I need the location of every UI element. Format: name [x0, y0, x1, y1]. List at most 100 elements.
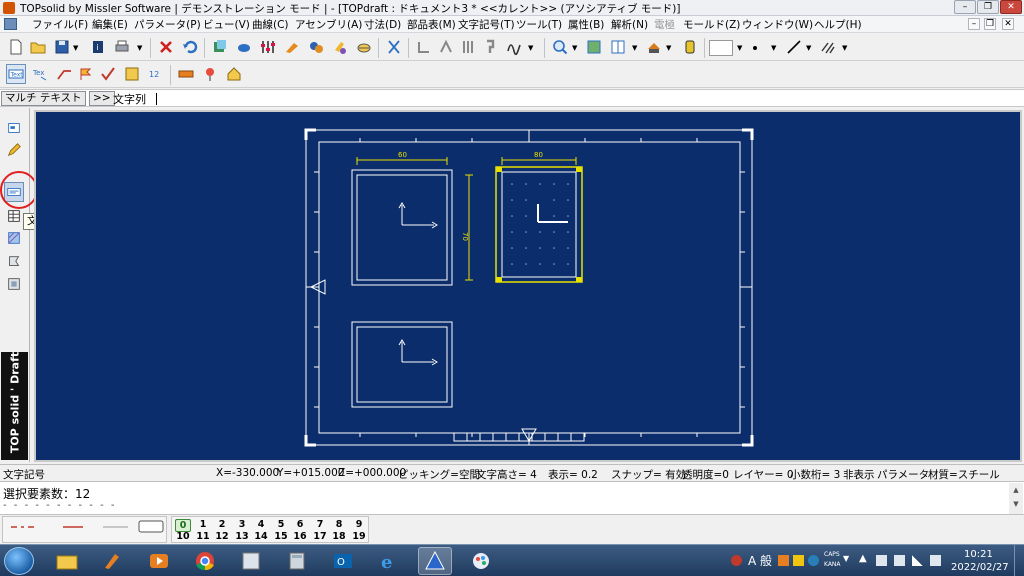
- table-tool-icon[interactable]: [4, 206, 24, 226]
- dimension-tool-icon[interactable]: [414, 37, 434, 57]
- internet-explorer-taskbar-icon[interactable]: e: [372, 547, 406, 575]
- battery-icon[interactable]: [930, 555, 941, 566]
- hatch-tool-icon[interactable]: [4, 228, 24, 248]
- zoom-icon[interactable]: [550, 37, 570, 57]
- volume-muted-icon[interactable]: [894, 555, 905, 566]
- document-icon[interactable]: [4, 18, 17, 30]
- doc-minimize-button[interactable]: –: [968, 18, 980, 30]
- status-snap[interactable]: スナップ= 有効: [611, 467, 686, 482]
- pencil-tool-icon[interactable]: [4, 140, 24, 160]
- menu-file[interactable]: ファイル(F): [32, 17, 88, 32]
- point-style-icon[interactable]: [753, 46, 757, 50]
- menu-bom[interactable]: 部品表(M): [407, 17, 456, 32]
- layer-2[interactable]: 2: [214, 519, 230, 530]
- doc-close-button[interactable]: ✕: [1002, 18, 1014, 30]
- house-symbol-icon[interactable]: [224, 64, 244, 84]
- notes-taskbar-icon[interactable]: [234, 547, 268, 575]
- print-dropdown-icon[interactable]: ▼: [137, 44, 142, 52]
- help-icon[interactable]: [808, 555, 819, 566]
- zoom-dropdown-icon[interactable]: ▼: [572, 44, 577, 52]
- doc-restore-button[interactable]: ❐: [984, 18, 996, 30]
- color-swatch[interactable]: [709, 40, 733, 56]
- menu-assembly[interactable]: アセンブリ(A): [295, 17, 362, 32]
- new-file-icon[interactable]: [6, 37, 26, 57]
- layer-12[interactable]: 12: [214, 531, 230, 542]
- layer-11[interactable]: 11: [195, 531, 211, 542]
- number-tag-icon[interactable]: 12: [146, 64, 166, 84]
- save-icon[interactable]: [52, 37, 72, 57]
- menu-tools[interactable]: ツール(T): [516, 17, 562, 32]
- split-view-icon[interactable]: [608, 37, 628, 57]
- layer-19[interactable]: 19: [351, 531, 367, 542]
- layer-9[interactable]: 9: [351, 519, 367, 530]
- paint-tool-icon[interactable]: [330, 37, 350, 57]
- topsolid-taskbar-icon[interactable]: [418, 547, 452, 575]
- flag-tool-icon[interactable]: [4, 252, 24, 272]
- status-transparency[interactable]: 透明度=0: [682, 467, 729, 482]
- ime-indicator[interactable]: A 般: [748, 552, 772, 569]
- menu-help[interactable]: ヘルプ(H): [814, 17, 862, 32]
- minimize-button[interactable]: –: [954, 0, 976, 14]
- layer-15[interactable]: 15: [273, 531, 289, 542]
- ruler-icon[interactable]: [176, 64, 196, 84]
- flag-note-icon[interactable]: [76, 64, 96, 84]
- balloon-icon[interactable]: [200, 64, 220, 84]
- layer-5[interactable]: 5: [273, 519, 289, 530]
- explorer-taskbar-icon[interactable]: [50, 547, 84, 575]
- ime-tools-icon[interactable]: [793, 555, 804, 566]
- menu-view[interactable]: ビュー(V): [203, 17, 250, 32]
- view-dropdown-icon[interactable]: ▼: [632, 44, 637, 52]
- assembly-tool-icon[interactable]: [306, 37, 326, 57]
- view-top-right-selected[interactable]: [495, 166, 583, 283]
- menu-text[interactable]: 文字記号(T): [458, 17, 515, 32]
- properties-icon[interactable]: i: [88, 37, 108, 57]
- status-decimals[interactable]: 小数桁= 3: [790, 467, 840, 482]
- text-tool-icon[interactable]: Text: [6, 64, 26, 84]
- hide-tool-icon[interactable]: [354, 37, 374, 57]
- render-icon[interactable]: [644, 37, 664, 57]
- menu-curve[interactable]: 曲線(C): [252, 17, 289, 32]
- paint-app-taskbar-icon[interactable]: [96, 547, 130, 575]
- restore-button[interactable]: ❐: [977, 0, 999, 14]
- layer-17[interactable]: 17: [312, 531, 328, 542]
- line-style-preview[interactable]: [2, 516, 167, 543]
- layer-1[interactable]: 1: [195, 519, 211, 530]
- media-player-taskbar-icon[interactable]: [142, 547, 176, 575]
- delete-icon[interactable]: [156, 37, 176, 57]
- layer-14[interactable]: 14: [253, 531, 269, 542]
- status-picking[interactable]: ピッキング=空間: [398, 467, 480, 482]
- text-input-caret[interactable]: [156, 93, 157, 105]
- start-button[interactable]: [4, 547, 34, 575]
- menu-mold[interactable]: モールド(Z): [683, 17, 740, 32]
- more-options-button[interactable]: >>: [89, 91, 115, 106]
- menu-edit[interactable]: 編集(E): [92, 17, 128, 32]
- draw-tool-icon[interactable]: [282, 37, 302, 57]
- layer-3[interactable]: 3: [234, 519, 250, 530]
- layer-16[interactable]: 16: [292, 531, 308, 542]
- text-style-icon[interactable]: Tex: [30, 64, 50, 84]
- hook-tool-icon[interactable]: [480, 37, 500, 57]
- clock-date[interactable]: 2022/02/27: [951, 562, 1009, 573]
- status-text-height[interactable]: 文字高さ= 4: [476, 467, 537, 482]
- check-symbol-icon[interactable]: [98, 64, 118, 84]
- ime-pad-icon[interactable]: [778, 555, 789, 566]
- status-layer[interactable]: レイヤー= 0: [733, 467, 794, 482]
- layer-8[interactable]: 8: [331, 519, 347, 530]
- layer-10[interactable]: 10: [175, 531, 191, 542]
- hatch-dropdown-icon[interactable]: ▼: [842, 44, 847, 52]
- cylinder-icon[interactable]: [680, 37, 700, 57]
- outlook-taskbar-icon[interactable]: O: [326, 547, 360, 575]
- note-block-icon[interactable]: [122, 64, 142, 84]
- layer-7[interactable]: 7: [312, 519, 328, 530]
- show-desktop-button[interactable]: [1014, 545, 1024, 576]
- tray-shield-icon[interactable]: [731, 555, 742, 566]
- paint-brush-taskbar-icon[interactable]: [464, 547, 498, 575]
- drawing-canvas[interactable]: 60 70 80: [34, 110, 1022, 462]
- leader-icon[interactable]: [54, 64, 74, 84]
- scissors-icon[interactable]: [384, 37, 404, 57]
- fit-view-icon[interactable]: [584, 37, 604, 57]
- clock-time[interactable]: 10:21: [964, 549, 993, 560]
- close-button[interactable]: ✕: [1000, 0, 1022, 14]
- shape-tool-icon[interactable]: [234, 37, 254, 57]
- chrome-taskbar-icon[interactable]: [188, 547, 222, 575]
